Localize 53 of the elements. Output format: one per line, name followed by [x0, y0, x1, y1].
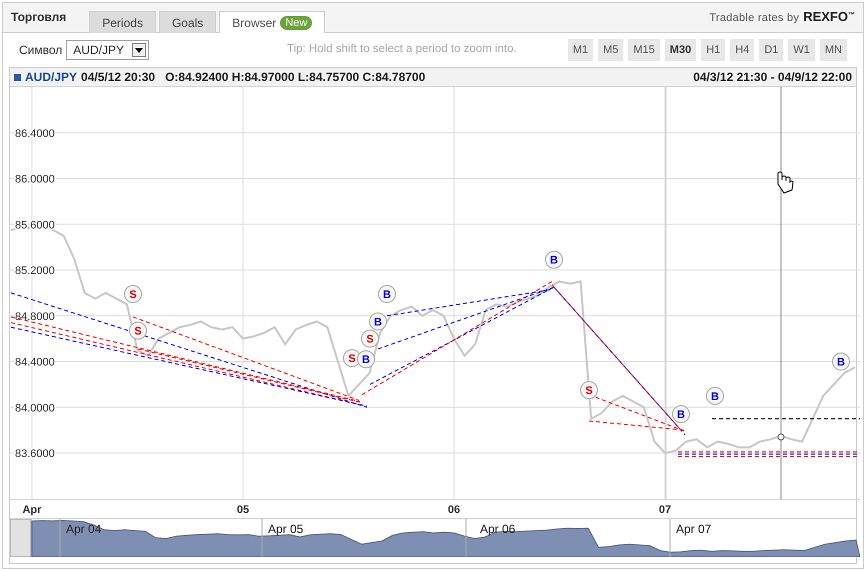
cursor-point-icon: [778, 434, 784, 441]
timeframe-button[interactable]: M5: [598, 39, 624, 61]
date-range: 04/3/12 21:30 - 04/9/12 22:00: [693, 69, 852, 86]
navigator-chart[interactable]: [10, 519, 860, 557]
hand-cursor-icon: [778, 172, 794, 194]
y-axis-label: 84.0000: [15, 402, 55, 414]
navigator-label: Apr 07: [676, 521, 712, 538]
series-symbol: AUD/JPY: [25, 69, 78, 86]
timeframe-button[interactable]: W1: [788, 39, 815, 61]
timeframe-button[interactable]: H1: [701, 39, 726, 61]
series-color-icon: [14, 74, 21, 80]
x-axis-label: Apr: [22, 504, 42, 516]
timeframe-button[interactable]: MN: [820, 39, 847, 61]
dropdown-arrow-icon: [134, 48, 143, 52]
tradable-rates-text: Tradable rates by: [709, 10, 800, 26]
sell-marker[interactable]: S: [361, 330, 379, 348]
tab[interactable]: Browser New: [219, 11, 326, 33]
x-axis-label: 05: [236, 504, 250, 516]
quote-text: 04/5/12 20:30 O:84.92400 H:84.97000 L:84.75700 C:84.78700: [81, 69, 426, 86]
buy-marker[interactable]: B: [545, 250, 563, 269]
buy-marker[interactable]: B: [357, 350, 375, 368]
timeframe-button[interactable]: H4: [730, 39, 754, 61]
panel-title: Торговля: [11, 9, 66, 26]
tab[interactable]: Goals: [158, 11, 216, 33]
y-axis-label: 85.6000: [15, 219, 55, 232]
navigator-label: Apr 04: [66, 521, 102, 538]
y-axis-label: 83.6000: [15, 448, 55, 460]
navigator-label: Apr 05: [268, 521, 304, 538]
x-axis-label: 06: [448, 504, 460, 516]
symbol-label: Символ: [19, 42, 62, 59]
new-badge: New: [280, 16, 312, 30]
sell-marker[interactable]: S: [124, 285, 142, 304]
buy-marker[interactable]: B: [706, 386, 724, 405]
y-axis-label: 84.8000: [15, 310, 55, 323]
zoom-tip: Tip: Hold shift to select a period to zoom into.: [286, 42, 517, 58]
x-axis-label: 07: [658, 504, 672, 516]
buy-marker[interactable]: B: [832, 352, 850, 371]
y-axis-label: 84.4000: [15, 356, 55, 369]
brand-logo: REXFO$^{™}$: [803, 8, 855, 26]
buy-marker[interactable]: B: [672, 405, 690, 424]
timeframe-button[interactable]: D1: [759, 39, 784, 61]
y-axis-label: 86.4000: [15, 128, 55, 140]
sell-marker[interactable]: S: [129, 322, 147, 340]
buy-marker[interactable]: B: [378, 285, 396, 304]
timeframe-button[interactable]: M30: [664, 39, 696, 61]
timeframe-button[interactable]: M15: [628, 39, 660, 61]
y-axis-label: 86.0000: [15, 174, 55, 186]
timeframe-button[interactable]: M1: [568, 39, 594, 61]
y-axis-label: 85.2000: [15, 265, 55, 278]
tab[interactable]: Periods: [89, 11, 156, 33]
symbol-dropdown[interactable]: AUD/JPY: [66, 40, 149, 60]
buy-marker[interactable]: B: [369, 312, 387, 330]
sell-marker[interactable]: S: [580, 381, 598, 400]
